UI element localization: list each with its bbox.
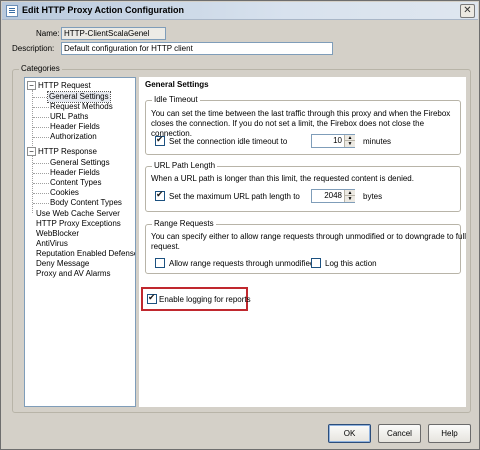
help-button[interactable]: Help — [428, 424, 471, 443]
range-requests-desc-2: request. — [151, 242, 180, 251]
log-action-checkbox[interactable] — [311, 258, 321, 268]
tree-item-deny-message[interactable]: Deny Message — [36, 259, 89, 269]
tree-item-cookies[interactable]: Cookies — [50, 188, 79, 198]
range-requests-desc-1: You can specify either to allow range re… — [151, 232, 467, 241]
tree-item-authorization[interactable]: Authorization — [50, 132, 97, 142]
tree-item-web-cache-server[interactable]: Use Web Cache Server — [36, 209, 120, 219]
close-button[interactable]: ✕ — [460, 4, 475, 18]
tree-item-request-methods[interactable]: Request Methods — [50, 102, 113, 112]
idle-timeout-unit: minutes — [363, 137, 392, 146]
tree-item-proxy-av-alarms[interactable]: Proxy and AV Alarms — [36, 269, 111, 279]
description-label: Description: — [12, 44, 55, 53]
name-label: Name: — [36, 29, 60, 38]
allow-range-checkbox[interactable] — [155, 258, 165, 268]
idle-timeout-spinner[interactable]: 10 ▲ ▼ — [311, 134, 355, 148]
spin-down-icon[interactable]: ▼ — [345, 196, 355, 202]
url-path-legend: URL Path Length — [152, 161, 218, 170]
tree-item-http-request[interactable]: HTTP Request — [38, 81, 91, 91]
idle-timeout-legend: Idle Timeout — [152, 95, 200, 104]
tree-item-request-general-settings[interactable]: General Settings — [47, 91, 111, 103]
tree-item-url-paths[interactable]: URL Paths — [50, 112, 88, 122]
description-field[interactable]: Default configuration for HTTP client — [61, 42, 333, 55]
allow-range-label: Allow range requests through unmodified — [169, 259, 315, 268]
tree-item-antivirus[interactable]: AntiVirus — [36, 239, 68, 249]
tree-item-http-response[interactable]: HTTP Response — [38, 147, 97, 157]
url-path-checkbox[interactable] — [155, 190, 165, 201]
tree-item-request-header-fields[interactable]: Header Fields — [50, 122, 100, 132]
tree-item-body-content-types[interactable]: Body Content Types — [50, 198, 122, 208]
tree-item-reputation-defense[interactable]: Reputation Enabled Defense — [36, 249, 135, 259]
expander-http-request[interactable]: − — [27, 81, 36, 90]
cancel-button[interactable]: Cancel — [378, 424, 421, 443]
window-title: Edit HTTP Proxy Action Configuration — [22, 5, 184, 15]
categories-legend: Categories — [19, 64, 62, 73]
url-path-desc: When a URL path is longer than this limi… — [151, 174, 414, 183]
tree-item-content-types[interactable]: Content Types — [50, 178, 101, 188]
panel-title: General Settings — [145, 80, 209, 89]
tree-item-response-general-settings[interactable]: General Settings — [50, 158, 110, 168]
settings-panel: General Settings Idle Timeout You can se… — [139, 77, 466, 407]
url-path-group: URL Path Length — [145, 161, 461, 212]
spin-down-icon[interactable]: ▼ — [345, 141, 355, 147]
idle-timeout-checkbox-label: Set the connection idle timeout to — [169, 137, 288, 146]
tree-item-response-header-fields[interactable]: Header Fields — [50, 168, 100, 178]
tree-item-proxy-exceptions[interactable]: HTTP Proxy Exceptions — [36, 219, 121, 229]
app-icon — [6, 5, 18, 17]
url-path-value: 2048 — [324, 191, 342, 200]
expander-http-response[interactable]: − — [27, 147, 36, 156]
tree-item-webblocker[interactable]: WebBlocker — [36, 229, 79, 239]
enable-logging-label: Enable logging for reports — [159, 295, 251, 304]
dialog-window: Edit HTTP Proxy Action Configuration ✕ N… — [0, 0, 480, 450]
url-path-unit: bytes — [363, 192, 383, 201]
idle-timeout-desc-1: You can set the time between the last tr… — [151, 109, 451, 118]
name-field[interactable]: HTTP-ClientScalaGenel — [61, 27, 166, 40]
url-path-checkbox-label: Set the maximum URL path length to — [169, 192, 300, 201]
range-requests-legend: Range Requests — [152, 219, 216, 228]
idle-timeout-checkbox[interactable] — [155, 135, 165, 146]
idle-timeout-desc-2: closes the connection. If you do not set… — [151, 119, 425, 138]
url-path-spinner[interactable]: 2048 ▲ ▼ — [311, 189, 355, 203]
title-bar[interactable]: Edit HTTP Proxy Action Configuration ✕ — [2, 2, 478, 20]
ok-button[interactable]: OK — [328, 424, 371, 443]
enable-logging-checkbox[interactable] — [147, 293, 157, 304]
log-action-label: Log this action — [325, 259, 377, 268]
category-tree[interactable]: − HTTP Request General Settings Request … — [24, 77, 136, 407]
idle-timeout-value: 10 — [333, 136, 342, 145]
